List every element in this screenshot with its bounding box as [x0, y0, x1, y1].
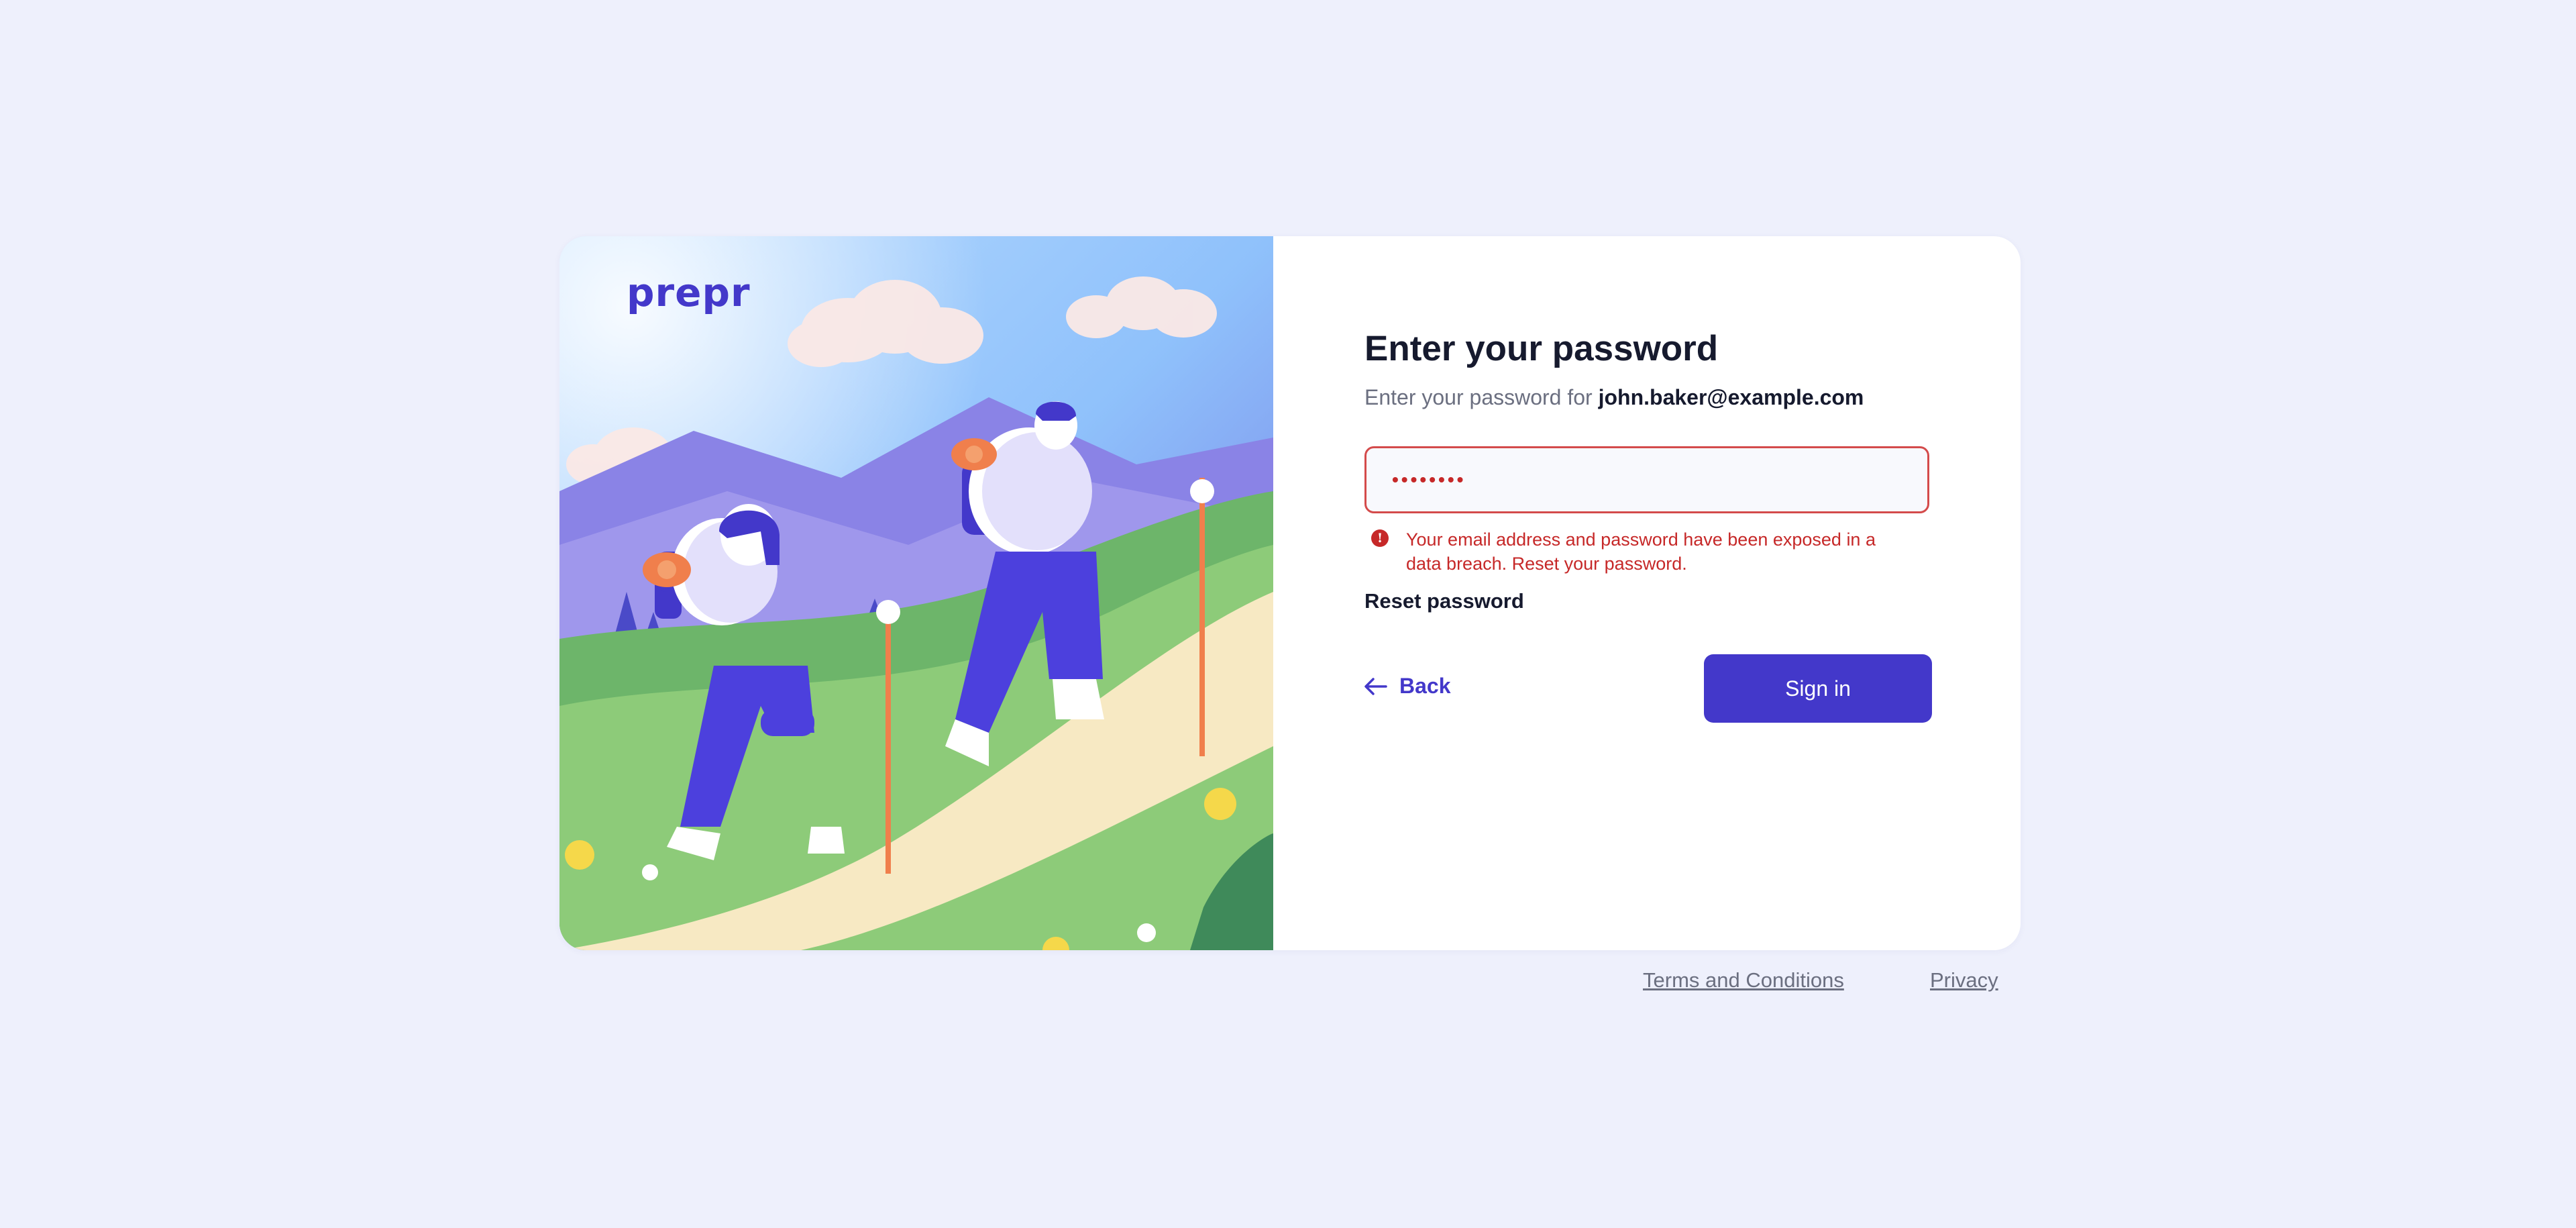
password-input[interactable]: ••••••••	[1364, 446, 1929, 513]
subtitle: Enter your password for john.baker@examp…	[1364, 385, 1864, 410]
page-title: Enter your password	[1364, 329, 1719, 368]
arrow-left-icon	[1364, 677, 1387, 695]
error-text: Your email address and password have bee…	[1406, 529, 1876, 574]
login-card: prepr Enter your password Enter your pas…	[559, 236, 2021, 950]
subtitle-prefix: Enter your password for	[1364, 385, 1593, 409]
prepr-logo: prepr	[627, 270, 751, 315]
back-label: Back	[1399, 674, 1451, 698]
sign-in-button[interactable]: Sign in	[1704, 654, 1932, 723]
error-message: ! Your email address and password have b…	[1371, 527, 1929, 576]
terms-link[interactable]: Terms and Conditions	[1643, 968, 1844, 992]
hiking-scene	[559, 236, 1273, 950]
hikers-illustration: prepr	[559, 236, 1273, 950]
alert-circle-icon: !	[1371, 529, 1389, 547]
privacy-link[interactable]: Privacy	[1930, 968, 1998, 992]
reset-password-link[interactable]: Reset password	[1364, 589, 1524, 613]
back-button[interactable]: Back	[1364, 674, 1451, 699]
password-value: ••••••••	[1392, 469, 1466, 490]
user-email: john.baker@example.com	[1598, 385, 1864, 409]
